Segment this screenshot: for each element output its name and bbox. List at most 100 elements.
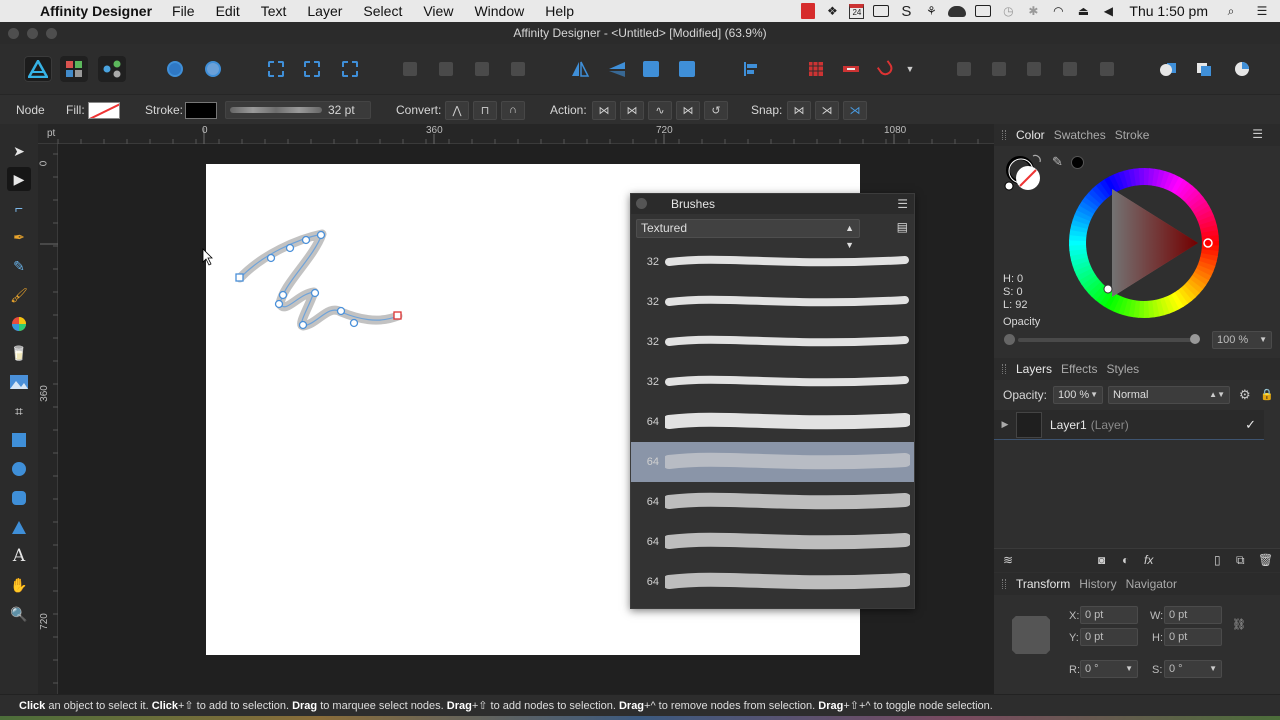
convert-smooth-button[interactable]: ⊓ xyxy=(473,100,497,120)
boolean-add-button[interactable] xyxy=(950,56,978,82)
eyedropper-icon[interactable]: ✎ xyxy=(1052,154,1063,170)
menu-select[interactable]: Select xyxy=(363,3,402,19)
blend-mode-select[interactable]: Normal ▲▼ xyxy=(1108,386,1230,404)
cloud-icon[interactable] xyxy=(948,5,967,17)
brush-preset-row[interactable]: 64 xyxy=(631,482,914,522)
stroke-width-control[interactable]: 32 pt xyxy=(225,95,371,125)
snap-magnet-button[interactable] xyxy=(872,56,900,82)
arrange-backward-button[interactable] xyxy=(432,56,460,82)
rotation-field[interactable]: 0 ° ▼ xyxy=(1080,660,1138,678)
pixel-view-button[interactable] xyxy=(298,56,326,82)
tab-swatches[interactable]: Swatches xyxy=(1054,128,1106,142)
flip-horizontal-button[interactable] xyxy=(566,56,594,82)
y-field[interactable]: 0 pt xyxy=(1080,628,1138,646)
arrange-front-button[interactable] xyxy=(504,56,532,82)
view-mode-button[interactable] xyxy=(262,56,290,82)
anchor-selector[interactable] xyxy=(1012,616,1050,654)
iconize-document-button[interactable] xyxy=(161,56,189,82)
arrange-forward-button[interactable] xyxy=(468,56,496,82)
volume-icon[interactable]: ◀ xyxy=(1100,4,1116,18)
h-field[interactable]: 0 pt xyxy=(1164,628,1222,646)
color-wheel[interactable] xyxy=(1066,164,1226,324)
opacity-field[interactable]: 100 % ▼ xyxy=(1212,331,1272,349)
node-tool-icon[interactable]: ▶ xyxy=(7,167,31,191)
tab-layers[interactable]: Layers xyxy=(1016,362,1052,376)
corner-tool-icon[interactable]: ⌐ xyxy=(7,196,31,220)
close-window-button[interactable] xyxy=(8,28,19,39)
rotate-right-button[interactable] xyxy=(673,56,701,82)
textured-stroke[interactable] xyxy=(235,229,403,331)
break-curve-button[interactable]: ⋈ xyxy=(592,100,616,120)
stroke-color-swatch[interactable] xyxy=(185,101,217,119)
menu-help[interactable]: Help xyxy=(545,3,574,19)
boolean-subtract-button[interactable] xyxy=(985,56,1013,82)
airplay-icon[interactable] xyxy=(975,5,992,17)
brush-preset-row[interactable]: 64 xyxy=(631,402,914,442)
path-node[interactable] xyxy=(285,243,295,253)
x-field[interactable]: 0 pt xyxy=(1080,606,1138,624)
tab-effects[interactable]: Effects xyxy=(1061,362,1097,376)
start-node[interactable] xyxy=(235,273,244,282)
tab-color[interactable]: Color xyxy=(1016,128,1045,142)
spotlight-icon[interactable]: ⌕ xyxy=(1223,4,1239,18)
boolean-divide-button[interactable] xyxy=(1056,56,1084,82)
plant-icon[interactable]: ⚘ xyxy=(923,4,939,18)
path-node[interactable] xyxy=(310,288,320,298)
path-node[interactable] xyxy=(298,320,308,330)
snapping-button[interactable] xyxy=(199,56,227,82)
color-handle[interactable] xyxy=(1103,284,1113,294)
insert-behind-button[interactable] xyxy=(1154,56,1182,82)
fill-tool-icon[interactable] xyxy=(7,312,31,336)
align-button[interactable] xyxy=(737,56,765,82)
join-curves-button[interactable]: ⋈ xyxy=(676,100,700,120)
place-image-tool-icon[interactable] xyxy=(7,370,31,394)
arrange-back-button[interactable] xyxy=(396,56,424,82)
fill-none-swatch[interactable] xyxy=(88,101,120,119)
snap-options-dropdown[interactable]: ▼ xyxy=(900,56,920,82)
display-icon[interactable] xyxy=(873,5,890,17)
visibility-check-icon[interactable]: ✓ xyxy=(1245,417,1256,433)
panel-menu-icon[interactable]: ☰ xyxy=(897,197,908,211)
pencil-tool-icon[interactable]: ✎ xyxy=(7,254,31,278)
path-node[interactable] xyxy=(316,230,326,240)
snap-to-nodes-button[interactable]: ⋈ xyxy=(787,100,811,120)
rectangle-tool-icon[interactable] xyxy=(7,428,31,452)
brush-preset-row[interactable]: 32 xyxy=(631,322,914,362)
end-node[interactable] xyxy=(393,311,402,320)
eject-icon[interactable]: ⏏ xyxy=(1075,4,1091,18)
layer-opacity-field[interactable]: 100 % ▼ xyxy=(1053,386,1103,404)
wifi-icon[interactable]: ◠ xyxy=(1050,4,1066,18)
add-layer-icon[interactable]: ▯ xyxy=(1214,553,1221,567)
app-status-icon[interactable] xyxy=(801,3,816,19)
brushes-panel-header[interactable]: Brushes ☰ xyxy=(631,194,914,214)
ellipse-tool-icon[interactable] xyxy=(7,457,31,481)
tab-styles[interactable]: Styles xyxy=(1107,362,1140,376)
move-tool-icon[interactable]: ➤ xyxy=(7,139,31,163)
reverse-curve-button[interactable]: ↺ xyxy=(704,100,728,120)
menu-file[interactable]: File xyxy=(172,3,195,19)
panel-grip[interactable] xyxy=(1002,130,1006,140)
bluetooth-icon[interactable]: ✱ xyxy=(1025,4,1041,18)
retina-view-button[interactable] xyxy=(336,56,364,82)
brush-preset-row[interactable]: 32 xyxy=(631,362,914,402)
rounded-rectangle-tool-icon[interactable] xyxy=(7,486,31,510)
expand-triangle-icon[interactable]: ▶ xyxy=(994,419,1016,430)
fx-icon[interactable]: fx xyxy=(1144,553,1153,567)
lock-icon[interactable]: 🔒 xyxy=(1260,388,1274,401)
snap-to-handles-button[interactable]: ⋊ xyxy=(843,100,867,120)
hand-tool-icon[interactable]: ✋ xyxy=(7,573,31,597)
path-node[interactable] xyxy=(301,235,311,245)
panel-grip[interactable] xyxy=(1002,364,1006,374)
minimize-window-button[interactable] xyxy=(27,28,38,39)
stroke-width-slider[interactable]: 32 pt xyxy=(225,101,371,119)
triangle-tool-icon[interactable] xyxy=(7,515,31,539)
tab-stroke[interactable]: Stroke xyxy=(1115,128,1150,142)
insert-top-button[interactable] xyxy=(1190,56,1218,82)
smooth-curve-button[interactable]: ∿ xyxy=(648,100,672,120)
rotate-left-button[interactable] xyxy=(637,56,665,82)
w-field[interactable]: 0 pt xyxy=(1164,606,1222,624)
adjustment-icon[interactable]: ◐ xyxy=(1122,553,1129,567)
designer-persona-button[interactable] xyxy=(24,56,52,82)
path-node[interactable] xyxy=(266,253,276,263)
dropbox-icon[interactable]: ❖ xyxy=(824,4,840,18)
